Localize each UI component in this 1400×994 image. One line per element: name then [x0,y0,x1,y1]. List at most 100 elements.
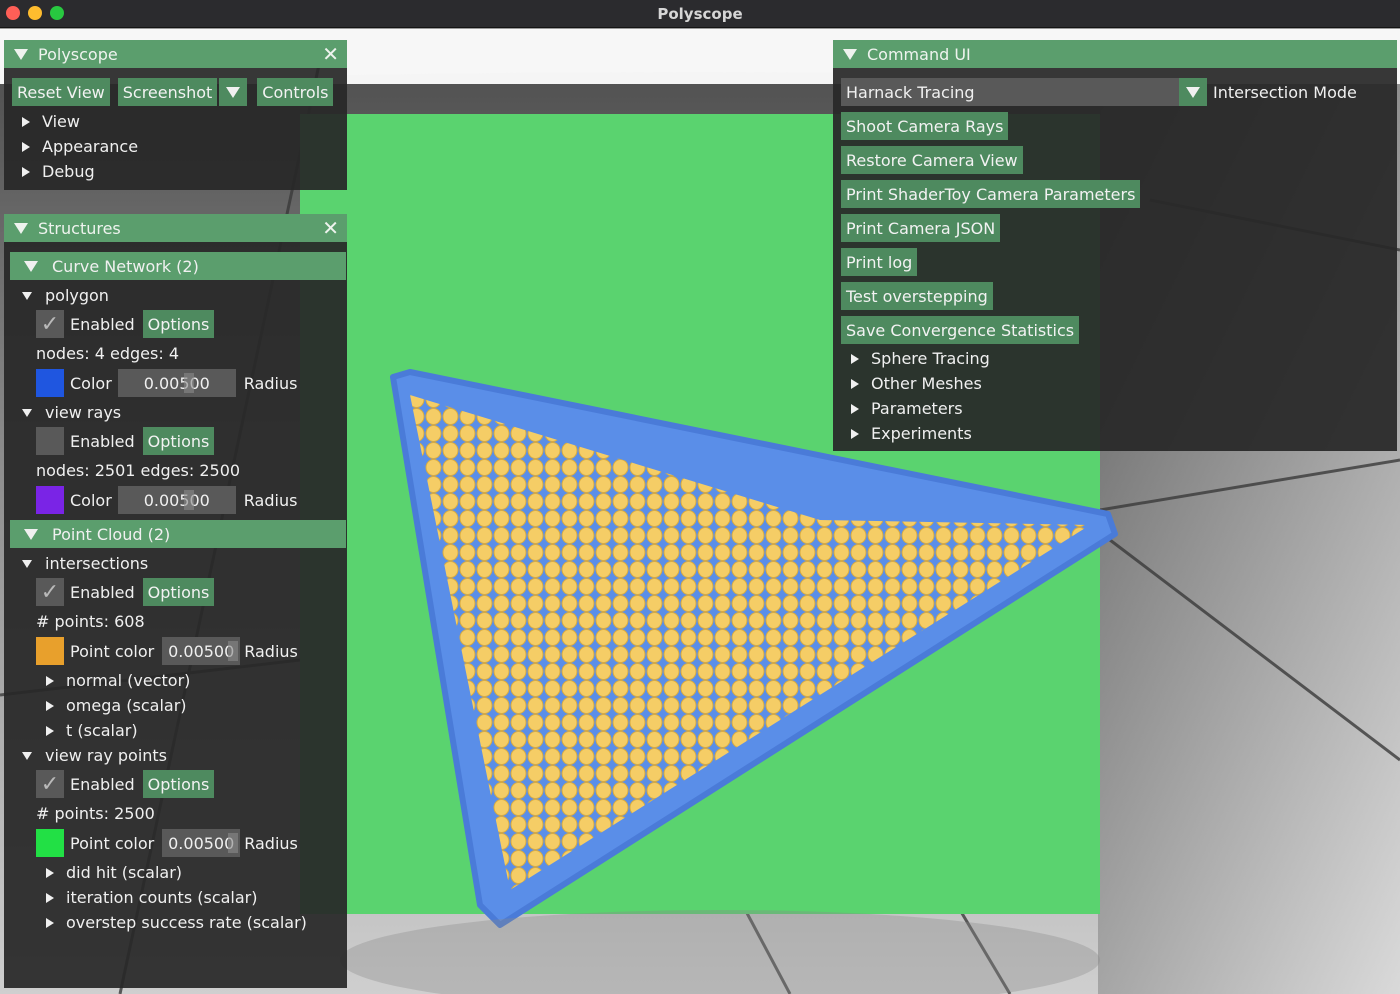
quantity-label: overstep success rate (scalar) [66,913,307,932]
radius-label: Radius [244,641,298,661]
intersection-mode-value: Harnack Tracing [846,82,975,102]
tree-label: Debug [42,162,95,181]
expand-icon [22,141,30,152]
point-cloud-header[interactable]: Point Cloud (2) [10,520,346,548]
print-log-button[interactable]: Print log [841,248,918,276]
expand-icon [22,751,32,760]
quantity-label: omega (scalar) [66,696,187,715]
color-swatch[interactable] [36,486,64,514]
view-rays-enabled-row: Enabled Options [36,427,215,455]
zoom-window-icon[interactable] [50,6,64,20]
color-swatch[interactable] [36,369,64,397]
collapse-icon[interactable] [14,222,28,234]
tree-debug[interactable]: Debug [22,162,95,181]
enabled-checkbox[interactable] [36,770,64,798]
radius-label: Radius [243,490,298,510]
quantity-iteration-counts[interactable]: iteration counts (scalar) [46,888,258,907]
tree-appearance[interactable]: Appearance [22,137,138,156]
radius-slider[interactable]: 0.00500 [117,369,236,397]
close-window-icon[interactable] [6,6,20,20]
shoot-camera-rays-button[interactable]: Shoot Camera Rays [841,112,1009,140]
test-overstepping-button[interactable]: Test overstepping [841,282,993,310]
enabled-label: Enabled [70,582,135,602]
window-title: Polyscope [657,4,743,23]
screenshot-button[interactable]: Screenshot [117,78,218,106]
save-convergence-statistics-button[interactable]: Save Convergence Statistics [841,316,1080,344]
view-rays-color-row: Color 0.00500 Radius [36,486,297,514]
polyscope-panel: Polyscope ✕ Reset View Screenshot Contro… [4,40,347,190]
intersections-color-row: Point color 0.00500 Radius [36,637,298,665]
tree-parameters[interactable]: Parameters [851,399,963,418]
view-rays-tree-node[interactable]: view rays [22,403,121,422]
radius-slider[interactable]: 0.00500 [117,486,236,514]
quantity-did-hit[interactable]: did hit (scalar) [46,863,182,882]
command-ui-title: Command UI [867,44,971,64]
minimize-window-icon[interactable] [28,6,42,20]
structures-panel-title: Structures [38,218,121,238]
chevron-down-icon [1179,78,1207,106]
enabled-checkbox[interactable] [36,310,64,338]
intersections-enabled-row: Enabled Options [36,578,215,606]
enabled-label: Enabled [70,431,135,451]
close-icon[interactable]: ✕ [322,216,339,240]
options-button[interactable]: Options [142,578,215,606]
enabled-checkbox[interactable] [36,427,64,455]
expand-icon [851,353,859,364]
category-label: Curve Network (2) [52,256,199,276]
color-swatch[interactable] [36,829,64,857]
color-label: Point color [70,833,155,853]
view-ray-points-tree-node[interactable]: view ray points [22,746,167,765]
print-shadertoy-params-button[interactable]: Print ShaderToy Camera Parameters [841,180,1141,208]
print-camera-json-button[interactable]: Print Camera JSON [841,214,1001,242]
intersection-mode-select[interactable]: Harnack Tracing [841,78,1207,106]
intersection-mode-label: Intersection Mode [1213,82,1357,102]
expand-icon [22,291,32,300]
expand-icon [22,166,30,177]
structures-panel-header[interactable]: Structures ✕ [4,214,347,242]
options-button[interactable]: Options [142,770,215,798]
command-ui-panel-header[interactable]: Command UI [833,40,1397,68]
quantity-normal[interactable]: normal (vector) [46,671,190,690]
quantity-overstep-success-rate[interactable]: overstep success rate (scalar) [46,913,307,932]
collapse-icon [24,528,38,540]
tree-view[interactable]: View [22,112,80,131]
view-ray-points-stats: # points: 2500 [36,804,155,823]
tree-other-meshes[interactable]: Other Meshes [851,374,982,393]
close-icon[interactable]: ✕ [322,42,339,66]
polyscope-toolbar: Reset View Screenshot Controls [12,78,334,106]
window-titlebar: Polyscope [0,0,1400,28]
controls-button[interactable]: Controls [257,78,334,106]
radius-slider[interactable]: 0.00500 [162,829,241,857]
polyscope-panel-header[interactable]: Polyscope ✕ [4,40,347,68]
tree-label: Appearance [42,137,139,156]
quantity-omega[interactable]: omega (scalar) [46,696,187,715]
restore-camera-view-button[interactable]: Restore Camera View [841,146,1023,174]
expand-icon [46,867,54,878]
expand-icon [851,428,859,439]
color-swatch[interactable] [36,637,64,665]
options-button[interactable]: Options [142,427,215,455]
tree-label: Parameters [871,399,963,418]
enabled-checkbox[interactable] [36,578,64,606]
expand-icon [46,892,54,903]
polygon-tree-node[interactable]: polygon [22,286,109,305]
collapse-icon[interactable] [14,48,28,60]
chevron-down-icon [226,86,241,98]
quantity-label: normal (vector) [66,671,191,690]
intersections-tree-node[interactable]: intersections [22,554,148,573]
tree-experiments[interactable]: Experiments [851,424,972,443]
structure-name: view ray points [45,746,168,765]
tree-sphere-tracing[interactable]: Sphere Tracing [851,349,990,368]
reset-view-button[interactable]: Reset View [12,78,110,106]
radius-slider[interactable]: 0.00500 [162,637,241,665]
screenshot-dropdown-button[interactable] [219,78,248,106]
collapse-icon[interactable] [843,48,857,60]
enabled-label: Enabled [70,314,135,334]
quantity-label: t (scalar) [66,721,138,740]
curve-network-header[interactable]: Curve Network (2) [10,252,346,280]
expand-icon [22,408,32,417]
expand-icon [851,378,859,389]
options-button[interactable]: Options [142,310,215,338]
quantity-t[interactable]: t (scalar) [46,721,138,740]
expand-icon [22,116,30,127]
